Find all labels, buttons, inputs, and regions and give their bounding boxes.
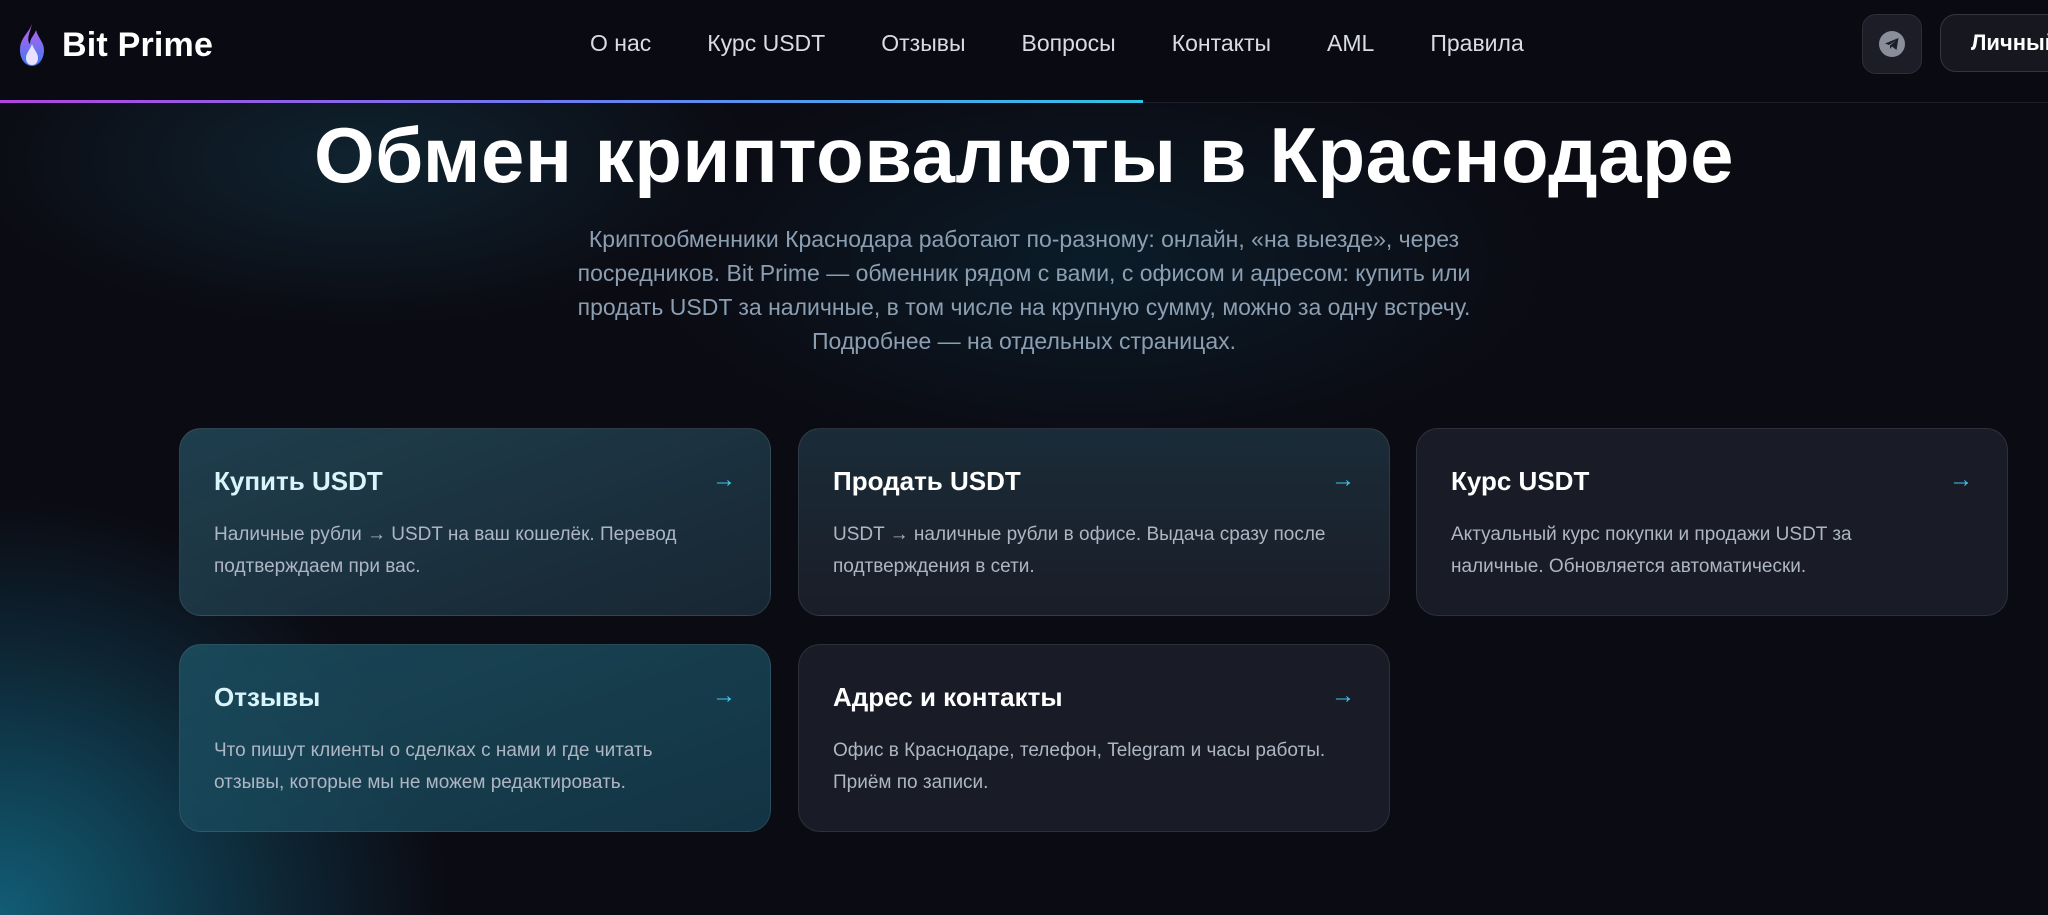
page-title: Обмен криптовалюты в Краснодаре	[313, 111, 1735, 199]
card-title: Адрес и контакты	[833, 682, 1063, 712]
scroll-progress-bar	[0, 100, 1143, 103]
card-description: USDT → наличные рубли в офисе. Выдача ср…	[833, 524, 1326, 577]
site-header: Bit Prime О нас Курс USDT Отзывы Вопросы…	[0, 0, 2048, 103]
telegram-button[interactable]	[1862, 14, 1922, 74]
card-title: Купить USDT	[214, 466, 383, 496]
nav-item-rules[interactable]: Правила	[1402, 26, 1551, 60]
card-reviews[interactable]: Отзывы → Что пишут клиенты о сделках с н…	[179, 644, 771, 832]
arrow-right-icon: →	[1949, 466, 1973, 493]
lead-line: посредников. Bit Prime — обменник рядом …	[577, 260, 1471, 286]
card-buy-usdt[interactable]: Купить USDT → Наличные рубли → USDT на в…	[179, 428, 771, 616]
nav-item-about[interactable]: О нас	[562, 26, 679, 60]
card-description: Наличные рубли → USDT на ваш кошелёк. Пе…	[214, 524, 677, 577]
card-usdt-rate[interactable]: Курс USDT → Актуальный курс покупки и пр…	[1416, 428, 2008, 616]
lead-line: продать USDT за наличные, в том числе на…	[577, 294, 1471, 320]
lead-line: Криптообменники Краснодара работают по-р…	[588, 226, 1460, 252]
card-sell-usdt[interactable]: Продать USDT → USDT → наличные рубли в о…	[798, 428, 1390, 616]
card-description: Актуальный курс покупки и продажи USDT з…	[1451, 524, 1852, 577]
card-title: Отзывы	[214, 682, 321, 712]
brand-logo-link[interactable]: Bit Prime	[16, 22, 213, 68]
arrow-right-icon: →	[1331, 466, 1355, 493]
main-nav: О нас Курс USDT Отзывы Вопросы Контакты …	[562, 26, 1552, 60]
card-description: Офис в Краснодаре, телефон, Telegram и ч…	[833, 740, 1326, 793]
nav-item-faq[interactable]: Вопросы	[993, 26, 1143, 60]
card-title: Курс USDT	[1451, 466, 1590, 496]
arrow-right-icon: →	[1331, 682, 1355, 709]
card-description: Что пишут клиенты о сделках с нами и где…	[214, 740, 653, 793]
flame-logo-icon	[20, 24, 44, 66]
card-title: Продать USDT	[833, 466, 1021, 496]
account-button[interactable]: Личный кабинет	[1940, 14, 2048, 72]
nav-item-reviews[interactable]: Отзывы	[853, 26, 993, 60]
nav-item-contacts[interactable]: Контакты	[1144, 26, 1299, 60]
telegram-icon	[1879, 31, 1905, 57]
brand-name: Bit Prime	[62, 25, 214, 64]
hero-lead: Криптообменники Краснодара работают по-р…	[574, 222, 1474, 358]
nav-item-usdt-rate[interactable]: Курс USDT	[679, 26, 853, 60]
arrow-right-icon: →	[712, 466, 736, 493]
arrow-right-icon: →	[712, 682, 736, 709]
nav-item-aml[interactable]: AML	[1299, 26, 1402, 60]
lead-line: Подробнее — на отдельных страницах.	[812, 328, 1236, 354]
card-address-contacts[interactable]: Адрес и контакты → Офис в Краснодаре, те…	[798, 644, 1390, 832]
